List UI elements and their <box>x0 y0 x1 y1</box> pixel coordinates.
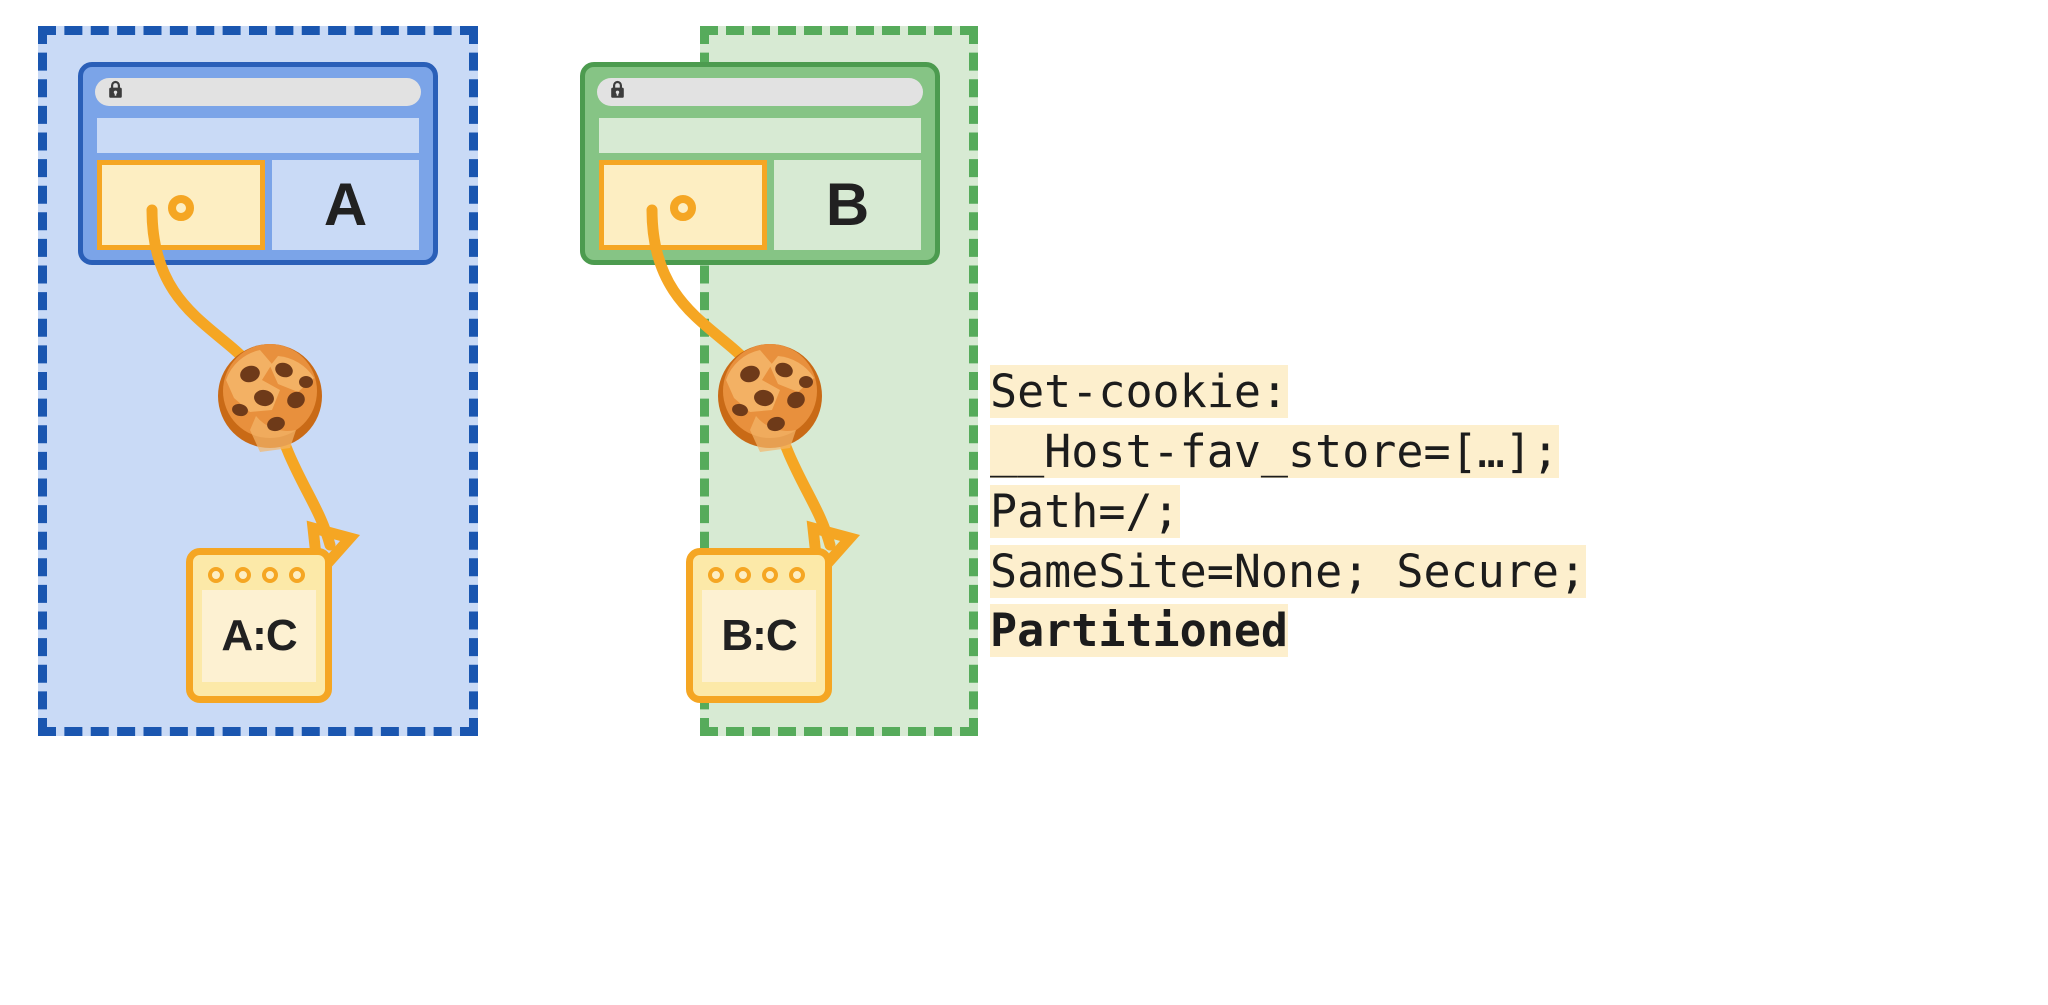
storage-dot-icon <box>289 567 305 583</box>
code-line: Set-cookie: <box>990 362 2030 422</box>
code-line-text: Partitioned <box>990 604 1289 658</box>
storage-dot-icon <box>208 567 224 583</box>
url-bar-a[interactable] <box>95 78 421 106</box>
browser-content-b: B <box>599 160 921 250</box>
browser-content-a: A <box>97 160 419 250</box>
storage-dots-a <box>202 564 316 590</box>
embedded-iframe-b <box>599 160 767 250</box>
diagram-canvas: A A:C B B:C Set-cookie: __Host-fav_store… <box>0 0 2048 1005</box>
url-bar-b[interactable] <box>597 78 923 106</box>
browser-toolbar-strip-b <box>599 118 921 153</box>
lock-icon <box>609 80 626 104</box>
iframe-origin-dot-icon <box>168 195 194 222</box>
storage-partition-a: A:C <box>186 548 332 703</box>
code-line-text: __Host-fav_store=[…]; <box>990 424 1559 478</box>
storage-partition-b: B:C <box>686 548 832 703</box>
site-letter-a: A <box>323 171 368 238</box>
storage-label-a: A:C <box>221 611 297 660</box>
iframe-origin-dot-icon <box>670 195 696 222</box>
code-line-text: Path=/; <box>990 484 1180 538</box>
code-line: SameSite=None; Secure; <box>990 542 2030 602</box>
embedded-iframe-a <box>97 160 265 250</box>
code-line-text: SameSite=None; Secure; <box>990 544 1587 598</box>
storage-dot-icon <box>735 567 751 583</box>
storage-label-b: B:C <box>721 611 797 660</box>
browser-toolbar-strip-a <box>97 118 419 153</box>
storage-dots-b <box>702 564 816 590</box>
browser-window-a: A <box>78 62 438 265</box>
storage-screen-a: A:C <box>202 590 316 682</box>
set-cookie-code-block: Set-cookie: __Host-fav_store=[…]; Path=/… <box>990 362 2030 661</box>
code-line: __Host-fav_store=[…]; <box>990 422 2030 482</box>
storage-dot-icon <box>762 567 778 583</box>
storage-dot-icon <box>789 567 805 583</box>
storage-dot-icon <box>262 567 278 583</box>
lock-icon <box>107 80 124 104</box>
site-letter-b: B <box>825 171 870 238</box>
storage-dot-icon <box>708 567 724 583</box>
code-line-partitioned: Partitioned <box>990 601 2030 661</box>
page-panel-b: B <box>774 160 921 250</box>
page-panel-a: A <box>272 160 419 250</box>
code-line: Path=/; <box>990 482 2030 542</box>
browser-window-b: B <box>580 62 940 265</box>
storage-dot-icon <box>235 567 251 583</box>
code-line-text: Set-cookie: <box>990 365 1289 418</box>
storage-screen-b: B:C <box>702 590 816 682</box>
